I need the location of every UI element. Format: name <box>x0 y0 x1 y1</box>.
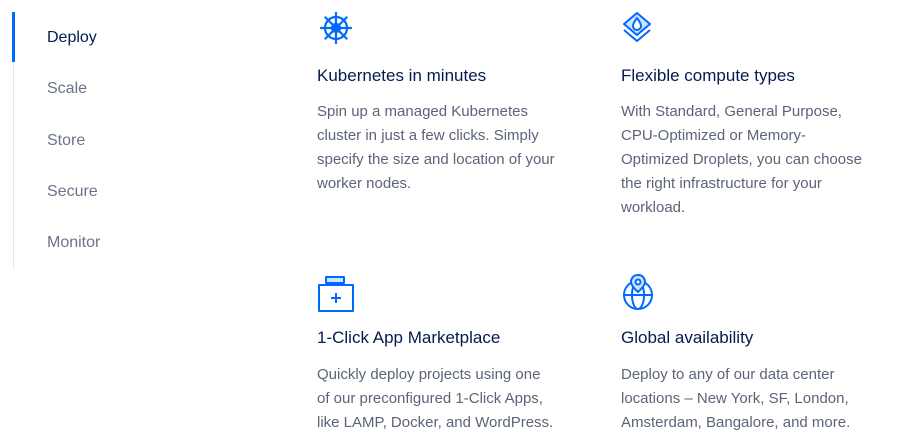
description-line: of our preconfigured 1-Click Apps, <box>317 390 543 407</box>
feature-title: Global availability <box>621 328 754 347</box>
nav-active-indicator <box>12 12 15 62</box>
feature-description: With Standard, General Purpose, CPU-Opti… <box>621 100 909 220</box>
description-line: cluster in just a few clicks. Simply <box>317 127 539 144</box>
description-line: Deploy to any of our data center <box>621 366 835 383</box>
description-line: CPU-Optimized or Memory- <box>621 127 807 144</box>
description-line: worker nodes. <box>317 175 412 192</box>
description-line: the right infrastructure for your <box>621 175 822 192</box>
description-line: workload. <box>621 199 686 216</box>
nav-item-monitor[interactable]: Monitor <box>47 233 100 253</box>
nav-item-scale[interactable]: Scale <box>47 79 87 99</box>
feature-description: Quickly deploy projects using one of our… <box>317 363 609 435</box>
nav-item-deploy[interactable]: Deploy <box>47 28 97 48</box>
description-line: Optimized Droplets, you can choose <box>621 151 862 168</box>
nav-item-store[interactable]: Store <box>47 131 85 151</box>
description-line: like LAMP, Docker, and WordPress. <box>317 414 554 431</box>
marketplace-box-icon <box>317 274 357 312</box>
nav-item-secure[interactable]: Secure <box>47 182 98 202</box>
globe-pin-icon <box>621 272 661 310</box>
feature-description: Spin up a managed Kubernetes cluster in … <box>317 100 609 196</box>
kubernetes-helm-icon <box>317 10 357 46</box>
description-line: Spin up a managed Kubernetes <box>317 103 528 120</box>
description-line: specify the size and location of your <box>317 151 555 168</box>
feature-title: 1-Click App Marketplace <box>317 328 501 347</box>
description-line: Quickly deploy projects using one <box>317 366 541 383</box>
description-line: Amsterdam, Bangalore, and more. <box>621 414 851 431</box>
feature-nav: Deploy Scale Store Secure Monitor <box>0 0 230 270</box>
feature-description: Deploy to any of our data center locatio… <box>621 363 909 435</box>
layered-droplet-icon <box>621 10 661 46</box>
description-line: locations – New York, SF, London, <box>621 390 849 407</box>
feature-title: Flexible compute types <box>621 66 795 85</box>
feature-title: Kubernetes in minutes <box>317 66 487 85</box>
description-line: With Standard, General Purpose, <box>621 103 842 120</box>
